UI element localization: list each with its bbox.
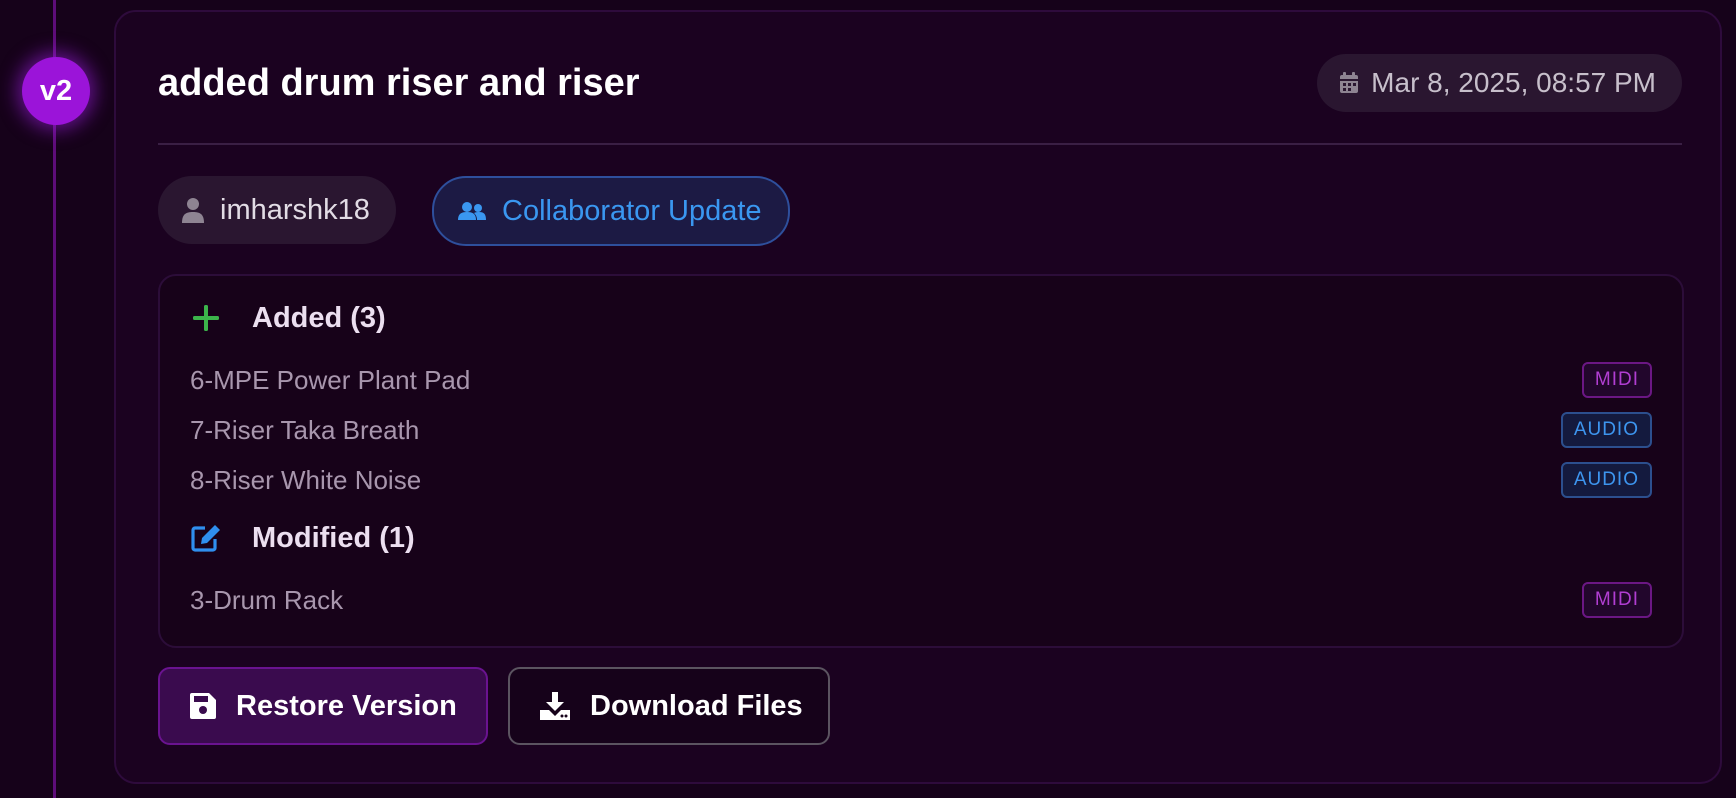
plus-icon: [193, 305, 219, 331]
modified-heading: Modified (1): [252, 521, 415, 554]
divider: [158, 143, 1682, 145]
author-badge: imharshk18: [158, 176, 396, 244]
list-item: 8-Riser White Noise AUDIO: [190, 460, 1652, 500]
download-icon: [540, 692, 570, 720]
file-type-tag: MIDI: [1581, 582, 1652, 618]
download-files-button[interactable]: Download Files: [508, 667, 830, 745]
list-item: 7-Riser Taka Breath AUDIO: [190, 410, 1652, 450]
save-icon: [190, 693, 216, 719]
added-section-header: Added (3): [190, 298, 386, 338]
file-name: 7-Riser Taka Breath: [190, 414, 420, 445]
version-title: added drum riser and riser: [158, 62, 640, 104]
list-item: 3-Drum Rack MIDI: [190, 580, 1652, 620]
modified-section-header: Modified (1): [190, 518, 415, 558]
download-label: Download Files: [590, 689, 803, 722]
file-name: 8-Riser White Noise: [190, 464, 422, 495]
added-heading: Added (3): [252, 301, 386, 334]
changes-panel: Added (3) 6-MPE Power Plant Pad MIDI 7-R…: [158, 274, 1684, 648]
restore-label: Restore Version: [236, 689, 457, 722]
file-name: 6-MPE Power Plant Pad: [190, 364, 471, 395]
list-item: 6-MPE Power Plant Pad MIDI: [190, 360, 1652, 400]
edit-icon: [191, 525, 220, 552]
author-name: imharshk18: [220, 193, 370, 226]
version-card: added drum riser and riser Mar 8, 2025, …: [114, 10, 1722, 784]
file-name: 3-Drum Rack: [190, 584, 344, 615]
timestamp-text: Mar 8, 2025, 08:57 PM: [1371, 67, 1656, 98]
restore-version-button[interactable]: Restore Version: [158, 667, 488, 745]
timestamp-badge: Mar 8, 2025, 08:57 PM: [1317, 54, 1682, 112]
file-type-tag: AUDIO: [1560, 462, 1652, 498]
file-type-tag: AUDIO: [1560, 412, 1652, 448]
users-icon: [458, 202, 486, 220]
update-type-label: Collaborator Update: [502, 194, 762, 227]
calendar-icon: [1340, 72, 1359, 93]
file-type-tag: MIDI: [1581, 362, 1652, 398]
collaborator-update-badge: Collaborator Update: [432, 176, 790, 246]
user-icon: [182, 198, 204, 223]
version-badge: v2: [22, 57, 90, 125]
